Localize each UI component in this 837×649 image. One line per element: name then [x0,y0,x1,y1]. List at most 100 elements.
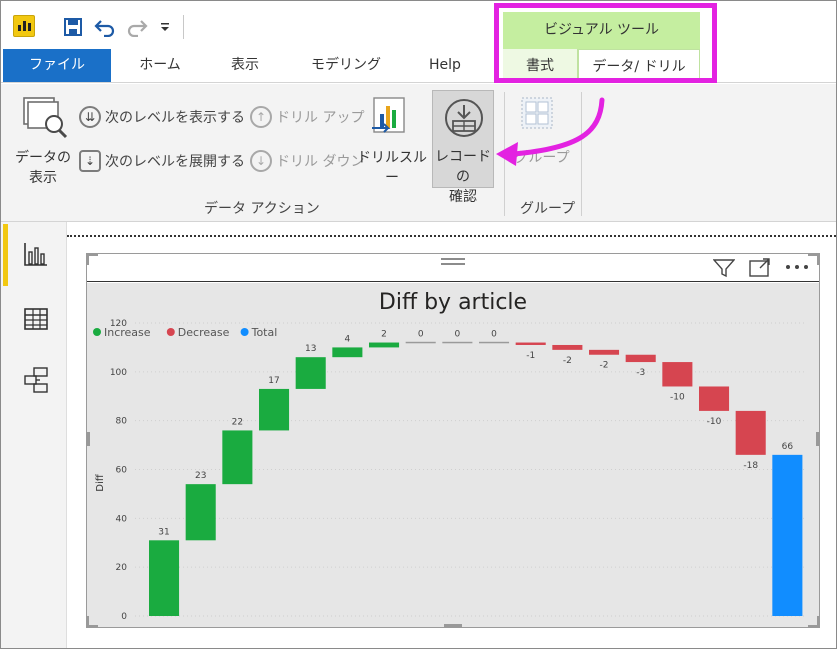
callout-arrow [496,97,605,166]
legend-marker-increase [93,328,101,336]
tab-file[interactable]: ファイル [3,49,111,82]
tab-home[interactable]: ホーム [125,49,195,82]
expand-hierarchy-icon: ⇣ [79,150,101,172]
chart-title: Diff by article [379,290,527,315]
see-data-button[interactable]: データの 表示 [12,92,74,192]
resize-handle[interactable] [817,253,820,265]
tab-view[interactable]: 表示 [213,49,277,82]
resize-handle[interactable] [86,253,89,265]
zero-bar [442,341,473,344]
tab-help[interactable]: Help [415,49,475,82]
y-tick-label: 100 [110,368,127,378]
data-label: -10 [670,392,685,402]
arrow-up-icon: ↑ [250,106,272,128]
data-label: 0 [491,330,497,340]
resize-handle[interactable] [817,616,820,628]
data-label: 66 [782,442,794,452]
tab-modeling[interactable]: モデリング [301,49,391,82]
increase-bar [259,388,290,431]
y-tick-label: 40 [116,514,128,524]
increase-bar [369,342,400,348]
resize-handle[interactable] [86,432,90,446]
focus-mode-icon[interactable] [749,258,771,278]
group-label-data-actions: データ アクション [204,201,320,217]
see-data-icon [23,97,68,139]
data-label: 4 [344,334,350,344]
drill-next-level-label: 次のレベルを表示する [105,110,245,126]
increase-bar [295,357,326,389]
data-label: -3 [636,368,645,378]
decrease-bar [552,344,583,350]
group-label-groups: グループ [520,201,576,217]
power-bi-icon [13,15,35,37]
see-records-label: レコードの 確認 [435,149,491,205]
drill-up-button[interactable]: ↑ ドリル アップ [250,106,364,128]
drillthrough-icon [372,97,405,133]
increase-bar [332,347,363,358]
decrease-bar [735,410,766,455]
legend-label-decrease: Decrease [178,326,230,339]
customize-dropdown-icon[interactable] [153,15,177,39]
drag-handle-icon[interactable] [441,258,465,266]
see-records-button[interactable]: レコードの 確認 [432,90,494,205]
data-label: 22 [232,417,243,427]
see-data-label: データの 表示 [15,150,71,186]
expand-next-level-label: 次のレベルを展開する [105,154,245,170]
resize-handle[interactable] [444,624,462,628]
zero-bar [405,341,436,344]
undo-icon[interactable] [93,15,117,39]
data-label: 2 [381,330,387,340]
data-label: 13 [305,344,316,354]
data-label: 31 [158,527,169,537]
y-tick-label: 80 [116,417,128,427]
decrease-bar [515,342,546,345]
zero-bar [479,341,510,344]
redo-icon[interactable] [125,15,149,39]
data-label: -1 [526,351,535,361]
y-tick-label: 0 [121,612,127,622]
active-view-indicator [3,224,8,286]
visual-header [87,254,819,282]
decrease-bar [662,362,693,387]
y-tick-label: 20 [116,563,128,573]
data-label: -2 [600,361,609,371]
y-axis-label: Diff [95,473,106,491]
data-label: 0 [454,330,460,340]
drill-up-label: ドリル アップ [276,110,365,126]
resize-handle[interactable] [86,616,89,628]
data-label: 0 [418,330,424,340]
resize-handle[interactable] [816,432,820,446]
legend-marker-total [240,328,249,336]
data-label: -18 [743,461,758,471]
view-switcher [1,222,67,648]
data-label: 17 [268,376,279,386]
waterfall-chart: Diff by articleIncrease Decrease Total0204… [93,290,807,622]
data-label: -10 [707,417,722,427]
double-arrow-down-icon: ⇊ [79,106,101,128]
drillthrough-button[interactable]: ドリルスルー [354,92,430,186]
expand-next-level-button[interactable]: ⇣ 次のレベルを展開する [79,150,245,172]
model-view-icon[interactable] [22,366,50,394]
increase-bar [222,430,253,485]
increase-bar [149,540,180,616]
waterfall-visual[interactable]: Diff by article Increase Decrease Total 0 20 4… [86,253,820,628]
data-label: 23 [195,471,206,481]
filter-icon[interactable] [713,258,735,278]
save-icon[interactable] [61,15,85,39]
quick-access-separator [183,15,184,39]
legend-marker-decrease [166,328,175,336]
highlight-box [494,3,717,83]
report-view-icon[interactable] [22,240,50,268]
y-tick-label: 60 [116,466,128,476]
total-bar [772,454,803,616]
arrow-down-icon: ↓ [250,150,272,172]
increase-bar [185,484,216,541]
drill-next-level-button[interactable]: ⇊ 次のレベルを表示する [79,106,245,128]
y-tick-label: 120 [110,319,127,329]
more-options-icon[interactable] [785,264,809,270]
data-view-icon[interactable] [22,305,50,333]
drill-down-button[interactable]: ↓ ドリル ダウン [250,150,364,172]
drill-down-label: ドリル ダウン [276,154,365,170]
see-records-icon [445,99,483,137]
legend-label-total: Total [251,326,278,339]
